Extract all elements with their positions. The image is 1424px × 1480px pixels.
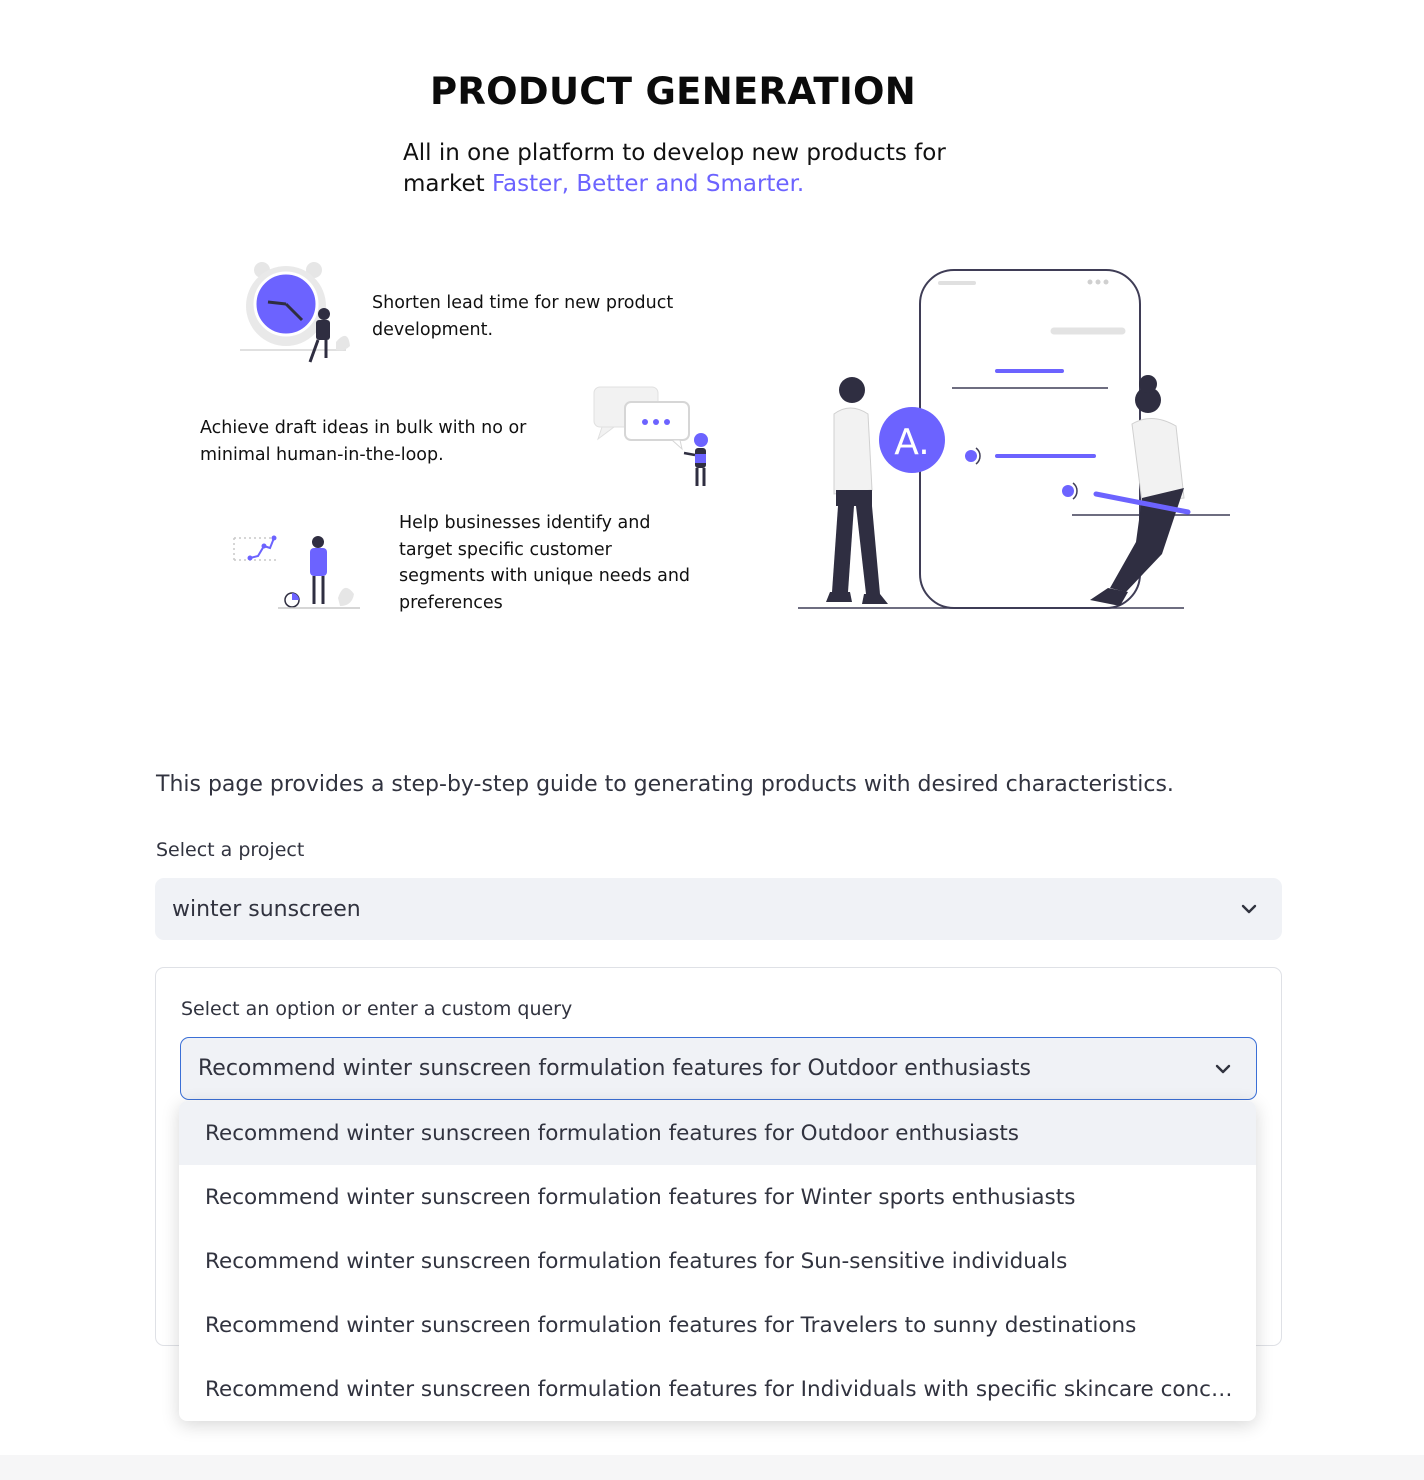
dropdown-option[interactable]: Recommend winter sunscreen formulation f… — [179, 1101, 1256, 1165]
project-select-label: Select a project — [156, 839, 305, 861]
project-select-value: winter sunscreen — [172, 896, 361, 922]
page-title: PRODUCT GENERATION — [429, 70, 917, 113]
dropdown-option[interactable]: Recommend winter sunscreen formulation f… — [179, 1165, 1256, 1229]
feature-3-text: Help businesses identify and target spec… — [399, 513, 691, 613]
chart-illustration — [233, 535, 360, 609]
intro-text: This page provides a step-by-step guide … — [156, 772, 1174, 797]
chat-illustration — [593, 386, 708, 486]
dropdown-option[interactable]: Recommend winter sunscreen formulation f… — [179, 1229, 1256, 1293]
chevron-down-icon — [1215, 1064, 1231, 1073]
subtitle-accent: Faster, Better and Smarter. — [491, 171, 805, 197]
phone-people-illustration: A. — [798, 269, 1230, 609]
query-select[interactable]: Recommend winter sunscreen formulation f… — [180, 1037, 1257, 1100]
svg-text:A.: A. — [894, 422, 929, 463]
dropdown-option[interactable]: Recommend winter sunscreen formulation f… — [179, 1293, 1256, 1357]
chevron-down-icon — [1241, 904, 1257, 914]
bottom-strip — [0, 1455, 1424, 1480]
dropdown-option[interactable]: Recommend winter sunscreen formulation f… — [179, 1357, 1256, 1421]
feature-1-text: Shorten lead time for new product develo… — [372, 293, 674, 340]
page-subtitle: All in one platform to develop new produ… — [403, 138, 1003, 200]
project-select[interactable]: winter sunscreen — [155, 878, 1282, 940]
feature-2-text: Achieve draft ideas in bulk with no or m… — [200, 418, 527, 465]
query-select-label: Select an option or enter a custom query — [181, 998, 573, 1020]
query-options-dropdown: Recommend winter sunscreen formulation f… — [179, 1101, 1256, 1421]
clock-illustration — [240, 262, 350, 363]
query-select-value: Recommend winter sunscreen formulation f… — [198, 1056, 1031, 1081]
